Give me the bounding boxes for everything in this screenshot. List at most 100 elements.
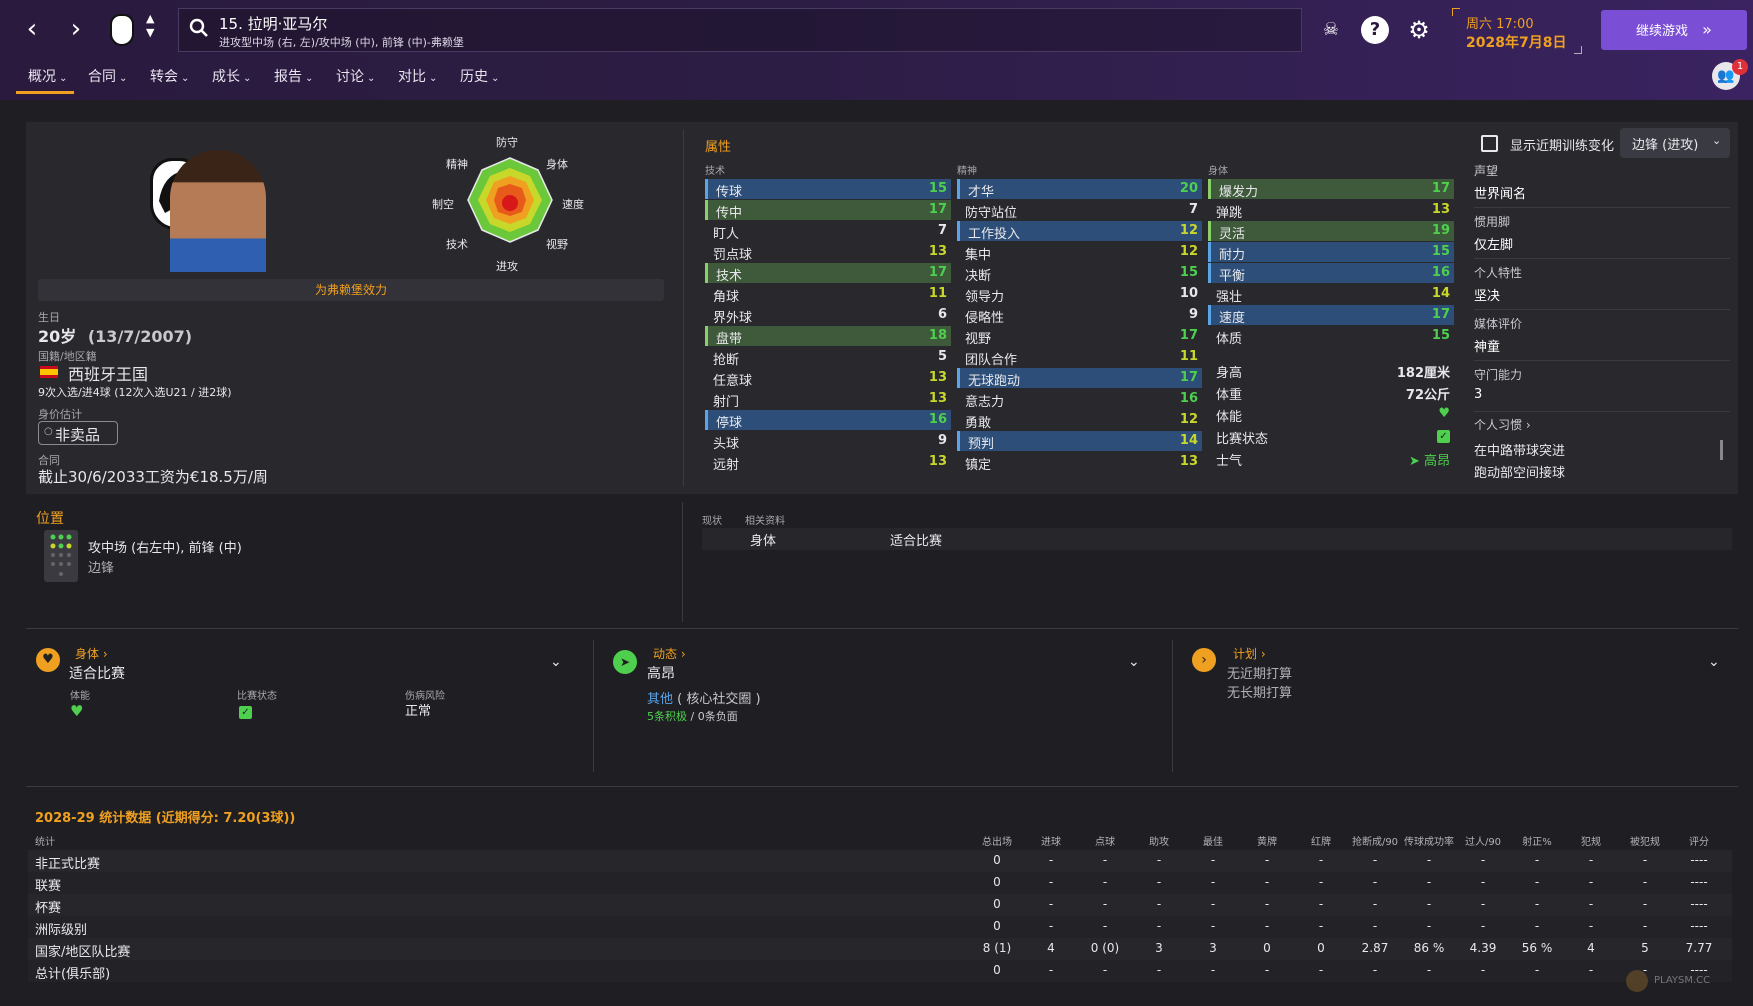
attribute-row[interactable]: 无球跑动 17	[957, 368, 1202, 389]
stats-column-header[interactable]: 最佳	[1186, 833, 1240, 848]
club-badge-small[interactable]	[110, 14, 134, 46]
tab-compare[interactable]: 对比 ⌄	[398, 66, 437, 86]
attribute-row[interactable]: 预判 14	[957, 431, 1202, 452]
attribute-row[interactable]: 抢断 5	[705, 347, 951, 368]
stats-cell: -	[1264, 897, 1270, 911]
attribute-row[interactable]: 侵略性 9	[957, 305, 1202, 326]
playing-for-bar[interactable]: 为弗赖堡效力	[38, 279, 664, 301]
attribute-row[interactable]: 工作投入 12	[957, 221, 1202, 242]
table-row[interactable]: 洲际级别 0- - - - - - - - - - - - ----	[28, 916, 1732, 938]
attribute-row[interactable]: 头球 9	[705, 431, 951, 452]
attribute-row[interactable]: 决断 15	[957, 263, 1202, 284]
attribute-row[interactable]: 耐力 15	[1208, 242, 1454, 263]
attribute-row[interactable]: 速度 17	[1208, 305, 1454, 326]
stats-column-header[interactable]: 犯规	[1564, 833, 1618, 848]
attribute-row[interactable]: 集中 12	[957, 242, 1202, 263]
expand-chevron-icon[interactable]: ⌄	[1708, 654, 1720, 670]
attribute-row[interactable]: 传中 17	[705, 200, 951, 221]
back-button[interactable]: ‹	[14, 12, 50, 48]
stats-column-header[interactable]: 过人/90	[1456, 833, 1510, 848]
attribute-row[interactable]: 防守站位 7	[957, 200, 1202, 221]
stats-cell: ----	[1690, 853, 1708, 867]
help-icon[interactable]: ?	[1361, 16, 1389, 44]
status-tab-related[interactable]: 相关资料	[745, 512, 785, 527]
attribute-row[interactable]: 角球 11	[705, 284, 951, 305]
table-row[interactable]: 联赛 0- - - - - - - - - - - - ----	[28, 872, 1732, 894]
stats-cell: 8 (1)	[982, 941, 1012, 955]
attribute-row[interactable]: 盘带 18	[705, 326, 951, 347]
divider	[593, 640, 594, 772]
search-box[interactable]: 15. 拉明·亚马尔 进攻型中场 (右, 左)/攻中场 (中), 前锋 (中)-…	[178, 8, 1302, 52]
expand-chevron-icon[interactable]: ⌄	[550, 654, 562, 670]
attribute-row[interactable]: 任意球 13	[705, 368, 951, 389]
stats-column-header[interactable]: 总出场	[970, 833, 1024, 848]
stats-column-header[interactable]: 红牌	[1294, 833, 1348, 848]
attribute-row[interactable]: 视野 17	[957, 326, 1202, 347]
attribute-row[interactable]: 才华 20	[957, 179, 1202, 200]
stats-cell: ----	[1690, 897, 1708, 911]
social-group-link[interactable]: 其他	[647, 692, 673, 707]
stats-column-header[interactable]: 被犯规	[1618, 833, 1672, 848]
scrollbar[interactable]	[1720, 440, 1723, 460]
stats-column-header[interactable]: 黄牌	[1240, 833, 1294, 848]
plans-card-title[interactable]: 计划 ›	[1233, 645, 1266, 662]
attribute-row[interactable]: 传球 15	[705, 179, 951, 200]
tab-transfer[interactable]: 转会 ⌄	[150, 66, 189, 86]
form-label: 比赛状态	[237, 691, 277, 702]
attribute-row[interactable]: 弹跳 13	[1208, 200, 1454, 221]
attribute-row[interactable]: 镇定 13	[957, 452, 1202, 473]
attribute-row[interactable]: 平衡 16	[1208, 263, 1454, 284]
attribute-row[interactable]: 停球 16	[705, 410, 951, 431]
nation-value[interactable]: 西班牙王国	[68, 361, 148, 385]
tab-discuss[interactable]: 讨论 ⌄	[336, 66, 375, 86]
expand-chevron-icon[interactable]: ⌄	[1128, 654, 1140, 670]
tab-reports[interactable]: 报告 ⌄	[274, 66, 313, 86]
stats-cell: 4	[1047, 941, 1055, 955]
skull-icon[interactable]: ☠	[1317, 16, 1345, 44]
continue-game-button[interactable]: 继续游戏 »	[1601, 10, 1747, 50]
attribute-row[interactable]: 意志力 16	[957, 389, 1202, 410]
table-row[interactable]: 国家/地区队比赛 8 (1) 4 0 (0) 3 3 0 0 2.87 86 % 4.39 56 % 4…	[28, 938, 1732, 960]
stats-column-header[interactable]: 射正%	[1510, 833, 1564, 848]
stats-column-header[interactable]: 抢断成/90	[1348, 833, 1402, 848]
status-tab-current[interactable]: 现状	[702, 512, 722, 527]
attribute-row[interactable]: 远射 13	[705, 452, 951, 473]
attribute-row[interactable]: 盯人 7	[705, 221, 951, 242]
tab-development[interactable]: 成长 ⌄	[212, 66, 251, 86]
attribute-row[interactable]: 领导力 10	[957, 284, 1202, 305]
habits-title[interactable]: 个人习惯 ›	[1474, 416, 1531, 433]
table-row[interactable]: 总计(俱乐部) 0- - - - - - - - - - - - ----	[28, 960, 1732, 982]
tab-history[interactable]: 历史 ⌄	[460, 66, 499, 86]
stats-column-header[interactable]: 点球	[1078, 833, 1132, 848]
stats-column-header[interactable]: 进球	[1024, 833, 1078, 848]
attribute-row[interactable]: 技术 17	[705, 263, 951, 284]
attribute-row[interactable]: 体质 15	[1208, 326, 1454, 347]
dynamics-card-title[interactable]: 动态 ›	[653, 645, 686, 662]
stats-cell: -	[1588, 919, 1594, 933]
stats-column-header[interactable]: 评分	[1672, 833, 1726, 848]
role-select[interactable]: 边锋 (进攻) ⌄	[1620, 128, 1730, 158]
attribute-row[interactable]: 强壮 14	[1208, 284, 1454, 305]
gear-icon[interactable]: ⚙	[1405, 16, 1433, 44]
attribute-row[interactable]: 勇敢 12	[957, 410, 1202, 431]
attribute-row[interactable]: 界外球 6	[705, 305, 951, 326]
stats-column-header[interactable]: 助攻	[1132, 833, 1186, 848]
attribute-row[interactable]: 罚点球 13	[705, 242, 951, 263]
physical-card-title[interactable]: 身体 ›	[75, 645, 108, 662]
attribute-row[interactable]: 爆发力 17	[1208, 179, 1454, 200]
position-title: 位置	[36, 511, 64, 527]
attribute-value: 12	[1179, 412, 1198, 427]
attribute-value: 17	[928, 202, 947, 217]
show-training-checkbox[interactable]	[1481, 135, 1498, 152]
forward-button[interactable]: ›	[58, 12, 94, 48]
table-row[interactable]: 杯赛 0- - - - - - - - - - - - ----	[28, 894, 1732, 916]
tab-contract[interactable]: 合同 ⌄	[88, 66, 127, 86]
search-icon[interactable]	[189, 18, 209, 42]
attribute-row[interactable]: 射门 13	[705, 389, 951, 410]
stats-column-header[interactable]: 传球成功率	[1402, 833, 1456, 848]
up-down-arrows-icon[interactable]: ▲ ▼	[146, 12, 154, 40]
attribute-row[interactable]: 灵活 19	[1208, 221, 1454, 242]
table-row[interactable]: 非正式比赛 0- - - - - - - - - - - - ----	[28, 850, 1732, 872]
attribute-row[interactable]: 团队合作 11	[957, 347, 1202, 368]
tab-overview[interactable]: 概况 ⌄	[28, 66, 67, 86]
